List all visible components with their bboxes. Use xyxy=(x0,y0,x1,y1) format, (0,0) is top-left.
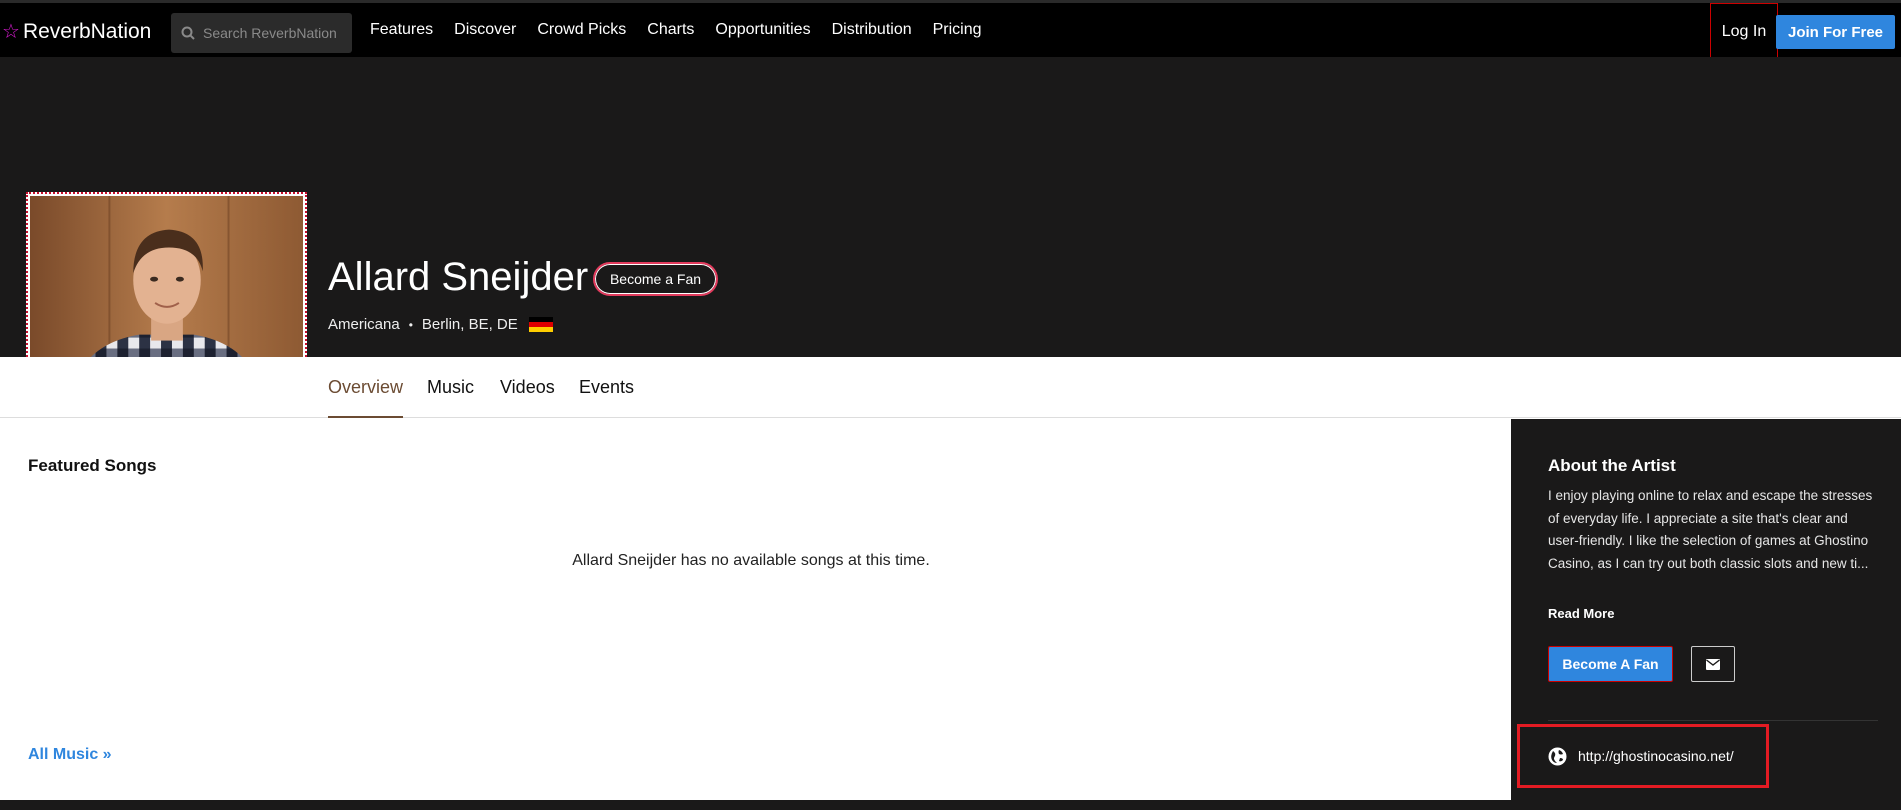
top-nav: ☆ ReverbNation Features Discover Crowd P… xyxy=(0,0,1901,60)
artist-meta: Americana • Berlin, BE, DE xyxy=(328,316,553,333)
search-box[interactable] xyxy=(171,13,352,53)
active-tab-indicator xyxy=(328,416,403,418)
website-link[interactable]: http://ghostinocasino.net/ xyxy=(1517,724,1769,788)
join-button[interactable]: Join For Free xyxy=(1776,15,1895,49)
tab-videos[interactable]: Videos xyxy=(500,377,555,398)
star-icon: ☆ xyxy=(2,21,20,43)
nav-distribution[interactable]: Distribution xyxy=(832,21,912,39)
featured-songs-title: Featured Songs xyxy=(28,456,157,475)
about-sidebar: About the Artist I enjoy playing online … xyxy=(1511,419,1901,800)
artist-name: Allard Sneijder xyxy=(328,255,589,299)
nav-links: Features Discover Crowd Picks Charts Opp… xyxy=(370,21,982,39)
search-icon xyxy=(181,26,195,40)
nav-charts[interactable]: Charts xyxy=(647,21,694,39)
artist-tabs: Overview Music Videos Events xyxy=(0,357,1901,418)
nav-opportunities[interactable]: Opportunities xyxy=(715,21,810,39)
separator-dot: • xyxy=(408,317,413,332)
about-text: I enjoy playing online to relax and esca… xyxy=(1548,488,1873,571)
nav-features[interactable]: Features xyxy=(370,21,433,39)
reverbnation-logo[interactable]: ☆ ReverbNation xyxy=(2,19,151,45)
message-button[interactable] xyxy=(1691,646,1735,682)
sidebar-divider xyxy=(1548,720,1878,721)
login-link[interactable]: Log In xyxy=(1710,3,1778,60)
read-more-link[interactable]: Read More xyxy=(1548,606,1614,621)
website-url: http://ghostinocasino.net/ xyxy=(1578,748,1734,764)
no-songs-message: Allard Sneijder has no available songs a… xyxy=(572,552,930,569)
germany-flag-icon xyxy=(528,317,553,332)
artist-genre: Americana xyxy=(328,316,400,333)
tab-events[interactable]: Events xyxy=(579,377,634,398)
search-input[interactable] xyxy=(203,25,343,41)
become-fan-button[interactable]: Become A Fan xyxy=(1548,646,1673,682)
about-title: About the Artist xyxy=(1548,456,1676,475)
main-content: Featured Songs Allard Sneijder has no av… xyxy=(0,419,1511,800)
nav-crowd-picks[interactable]: Crowd Picks xyxy=(537,21,626,39)
become-fan-pill-button[interactable]: Become a Fan xyxy=(593,262,718,296)
nav-pricing[interactable]: Pricing xyxy=(933,21,982,39)
globe-icon xyxy=(1548,747,1567,765)
all-music-link[interactable]: All Music » xyxy=(28,746,112,764)
footer-strip xyxy=(0,800,1901,810)
tab-music[interactable]: Music xyxy=(427,377,474,398)
tab-overview[interactable]: Overview xyxy=(328,377,403,398)
logo-text: ReverbNation xyxy=(22,20,152,43)
envelope-icon xyxy=(1706,658,1720,670)
artist-location: Berlin, BE, DE xyxy=(421,316,518,333)
nav-discover[interactable]: Discover xyxy=(454,21,516,39)
